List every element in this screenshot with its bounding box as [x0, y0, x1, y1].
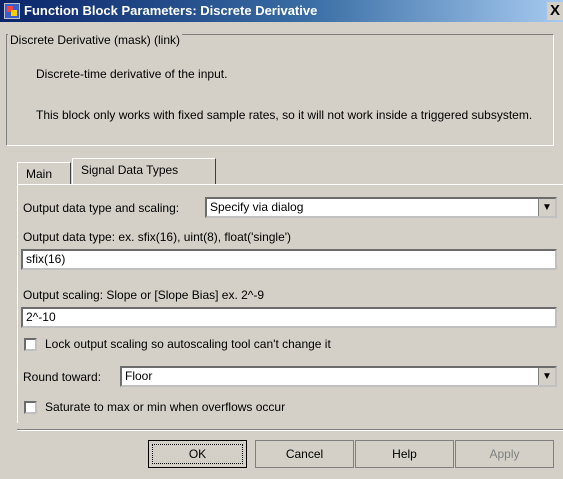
output-dtype-scaling-label: Output data type and scaling: — [23, 201, 180, 215]
output-dtype-scaling-select[interactable]: Specify via dialog ▼ — [205, 197, 557, 218]
chevron-down-icon[interactable]: ▼ — [538, 368, 555, 385]
output-dtype-field[interactable]: sfix(16) — [21, 249, 557, 270]
mask-legend: Discrete Derivative (mask) (link) — [8, 33, 183, 47]
title-bar: Function Block Parameters: Discrete Deri… — [0, 0, 563, 22]
round-toward-label: Round toward: — [23, 370, 102, 384]
saturate-checkbox[interactable] — [24, 401, 37, 414]
apply-button: Apply — [455, 440, 554, 468]
output-scaling-label: Output scaling: Slope or [Slope Bias] ex… — [23, 288, 265, 302]
divider — [17, 429, 563, 431]
mask-group — [6, 34, 554, 146]
description-line-2: This block only works with fixed sample … — [36, 108, 533, 122]
simulink-block-icon — [4, 3, 20, 19]
description-line-1: Discrete-time derivative of the input. — [36, 67, 228, 81]
round-toward-select[interactable]: Floor ▼ — [120, 366, 557, 387]
ok-button[interactable]: OK — [148, 440, 247, 468]
output-scaling-field[interactable]: 2^-10 — [21, 307, 557, 328]
tab-signal-data-types[interactable]: Signal Data Types — [72, 158, 216, 184]
cancel-button[interactable]: Cancel — [255, 440, 354, 468]
chevron-down-icon[interactable]: ▼ — [538, 199, 555, 216]
output-dtype-label: Output data type: ex. sfix(16), uint(8),… — [23, 230, 292, 244]
window-title: Function Block Parameters: Discrete Deri… — [24, 3, 318, 18]
help-button[interactable]: Help — [355, 440, 454, 468]
round-toward-value: Floor — [125, 369, 153, 383]
lock-scaling-label: Lock output scaling so autoscaling tool … — [45, 337, 331, 351]
saturate-label: Saturate to max or min when overflows oc… — [45, 400, 286, 414]
output-dtype-scaling-value: Specify via dialog — [210, 200, 304, 214]
close-button[interactable]: X — [547, 2, 563, 20]
tab-panel — [17, 184, 563, 423]
tab-main[interactable]: Main — [17, 162, 71, 184]
focus-rect — [152, 444, 243, 464]
lock-scaling-checkbox[interactable] — [24, 338, 37, 351]
